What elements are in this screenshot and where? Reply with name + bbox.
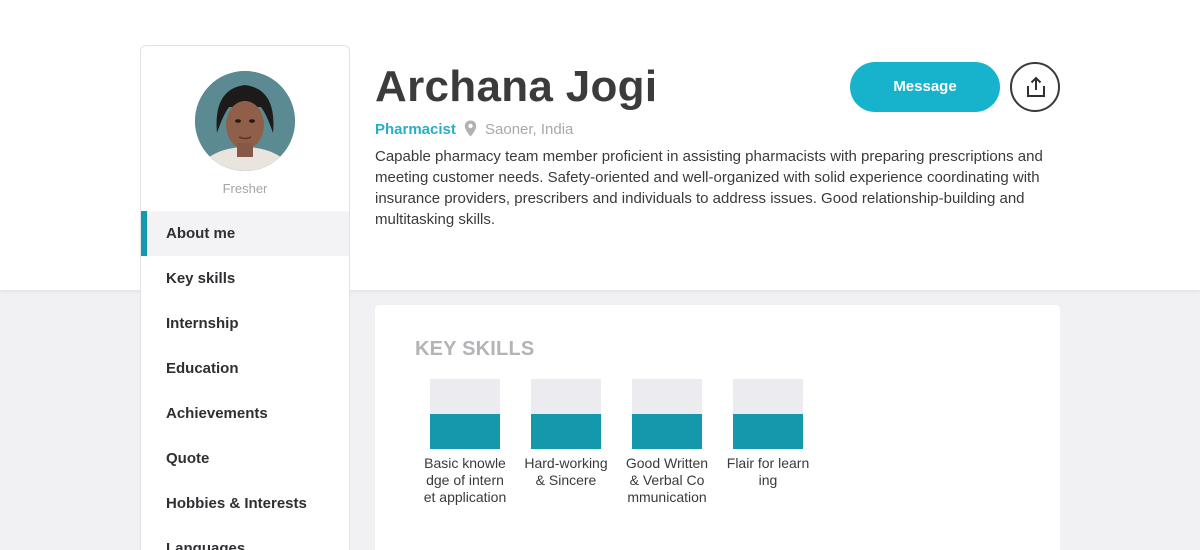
profile-location: Saoner, India (485, 121, 574, 138)
skill-level-bar (430, 379, 500, 449)
skill-level-fill (733, 414, 803, 449)
profile-bio: Capable pharmacy team member proficient … (375, 148, 1043, 228)
skill-level-bar (733, 379, 803, 449)
sidebar-item-about-me[interactable]: About me (141, 211, 349, 256)
profile-name: Archana Jogi (375, 62, 658, 111)
skill-label: Hard-working & Sincere (524, 455, 608, 488)
skill-label: Basic knowledge of internet application (423, 455, 507, 505)
avatar (195, 71, 295, 171)
skill-item: Good Written & Verbal Communication (625, 379, 709, 506)
sidebar-item-education[interactable]: Education (141, 346, 349, 391)
skill-item: Flair for learning (726, 379, 810, 489)
sidebar-item-internship[interactable]: Internship (141, 301, 349, 346)
skill-item: Hard-working & Sincere (524, 379, 608, 489)
key-skills-card: KEY SKILLS Basic knowledge of internet a… (375, 305, 1060, 550)
share-button[interactable] (1010, 62, 1060, 112)
career-status: Fresher (222, 181, 268, 196)
skill-label: Good Written & Verbal Communication (625, 455, 709, 505)
sidebar-nav: About me Key skills Internship Education… (141, 211, 349, 550)
sidebar-item-quote[interactable]: Quote (141, 436, 349, 481)
sidebar-item-languages[interactable]: Languages (141, 526, 349, 550)
skill-label: Flair for learning (726, 455, 810, 488)
sidebar-item-hobbies-interests[interactable]: Hobbies & Interests (141, 481, 349, 526)
skill-item: Basic knowledge of internet application (423, 379, 507, 506)
key-skills-title: KEY SKILLS (415, 338, 535, 360)
message-button[interactable]: Message (850, 62, 1000, 112)
skill-level-fill (430, 414, 500, 449)
skill-level-bar (632, 379, 702, 449)
sidebar-item-key-skills[interactable]: Key skills (141, 256, 349, 301)
skill-level-fill (632, 414, 702, 449)
profile-role: Pharmacist (375, 121, 456, 138)
location-pin-icon (464, 120, 477, 137)
skill-level-bar (531, 379, 601, 449)
sidebar-item-achievements[interactable]: Achievements (141, 391, 349, 436)
profile-sidebar: Fresher About me Key skills Internship E… (140, 45, 350, 550)
share-icon (1027, 76, 1045, 97)
skill-level-fill (531, 414, 601, 449)
